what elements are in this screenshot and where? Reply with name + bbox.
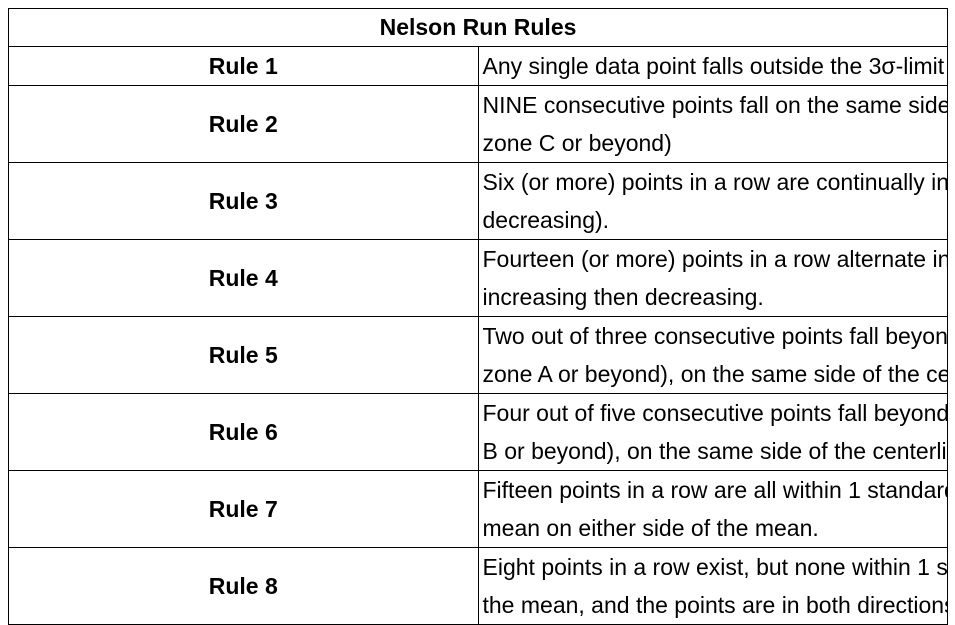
rule-description-line: Two out of three consecutive points fall… <box>482 323 948 349</box>
table-row: Rule 2 NINE consecutive points fall on t… <box>8 85 948 163</box>
rule-description: NINE consecutive points fall on the same… <box>477 85 948 163</box>
rule-description-line: zone A or beyond), on the same side of t… <box>482 361 947 387</box>
rule-description: Two out of three consecutive points fall… <box>477 316 948 394</box>
table-row: Rule 3 Six (or more) points in a row are… <box>8 162 948 240</box>
table-title: Nelson Run Rules <box>8 8 948 47</box>
rule-description-line: zone C or beyond) <box>482 130 672 156</box>
table-row: Rule 8 Eight points in a row exist, but … <box>8 547 948 625</box>
table-row: Rule 5 Two out of three consecutive poin… <box>8 316 948 394</box>
table-row: Rule 7 Fifteen points in a row are all w… <box>8 470 948 548</box>
rule-description: Four out of five consecutive points fall… <box>477 393 948 471</box>
rule-label: Rule 6 <box>8 393 479 471</box>
rule-description-line: Any single data point falls outside the … <box>482 53 947 79</box>
rule-description-line: NINE consecutive points fall on the same… <box>482 92 948 118</box>
rule-description-line: Six (or more) points in a row are contin… <box>482 169 948 195</box>
rule-label: Rule 2 <box>8 85 479 163</box>
rule-description-line: Fifteen points in a row are all within 1… <box>482 477 947 503</box>
rule-description-line: the mean, and the points are in both dir… <box>482 592 948 618</box>
rule-description: Eight points in a row exist, but none wi… <box>477 547 948 625</box>
rule-description-line: mean on either side of the mean. <box>482 515 819 541</box>
table-row: Rule 1 Any single data point falls outsi… <box>8 46 948 86</box>
rule-label: Rule 3 <box>8 162 479 240</box>
rule-description-line: increasing then decreasing. <box>482 284 764 310</box>
rule-description-line: decreasing). <box>482 207 610 233</box>
rule-label: Rule 5 <box>8 316 479 394</box>
rule-description-line: Fourteen (or more) points in a row alter… <box>482 246 947 272</box>
rule-description: Six (or more) points in a row are contin… <box>477 162 948 240</box>
rule-description: Any single data point falls outside the … <box>477 46 948 86</box>
rule-description: Fourteen (or more) points in a row alter… <box>477 239 948 317</box>
nelson-rules-table: Nelson Run Rules Rule 1 Any single data … <box>8 8 948 625</box>
rule-description: Fifteen points in a row are all within 1… <box>477 470 948 548</box>
rule-description-line: Four out of five consecutive points fall… <box>482 400 948 426</box>
table-row: Rule 6 Four out of five consecutive poin… <box>8 393 948 471</box>
rule-label: Rule 1 <box>8 46 479 86</box>
rule-label: Rule 7 <box>8 470 479 548</box>
title-row: Nelson Run Rules <box>8 8 948 47</box>
rule-label: Rule 4 <box>8 239 479 317</box>
rule-description-line: B or beyond), on the same side of the ce… <box>482 438 948 464</box>
rule-description-line: Eight points in a row exist, but none wi… <box>482 554 948 580</box>
table-row: Rule 4 Fourteen (or more) points in a ro… <box>8 239 948 317</box>
rule-label: Rule 8 <box>8 547 479 625</box>
